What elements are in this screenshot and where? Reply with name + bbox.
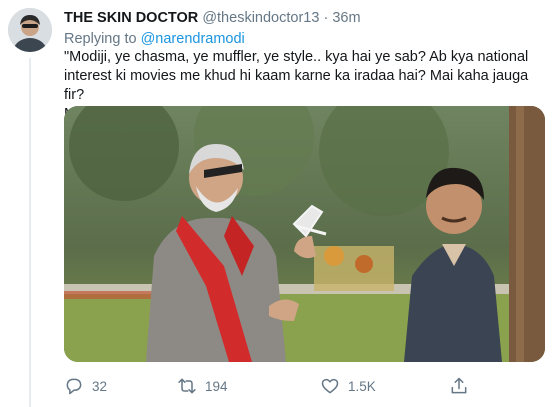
user-handle[interactable]: @theskindoctor13 bbox=[202, 10, 319, 26]
reply-count: 32 bbox=[92, 378, 108, 394]
thread-line bbox=[29, 58, 31, 407]
heart-icon bbox=[321, 378, 339, 394]
tweet-photo[interactable] bbox=[64, 106, 545, 362]
like-button[interactable]: 1.5K bbox=[320, 372, 376, 400]
reply-to-mention[interactable]: @narendramodi bbox=[141, 31, 245, 47]
avatar[interactable] bbox=[8, 8, 52, 52]
photo-image bbox=[64, 106, 545, 362]
share-icon bbox=[451, 377, 467, 394]
separator-dot: · bbox=[323, 10, 329, 26]
retweet-button[interactable]: 194 bbox=[177, 372, 228, 400]
tweet: THE SKIN DOCTOR @theskindoctor13 · 36m R… bbox=[0, 0, 555, 407]
reply-button[interactable]: 32 bbox=[64, 372, 107, 400]
replying-to: Replying to @narendramodi bbox=[64, 30, 245, 48]
display-name[interactable]: THE SKIN DOCTOR bbox=[64, 10, 198, 26]
timestamp[interactable]: 36m bbox=[332, 10, 360, 26]
avatar-image bbox=[8, 8, 52, 52]
replying-to-label: Replying to bbox=[64, 31, 137, 47]
retweet-count: 194 bbox=[205, 378, 228, 394]
reply-icon bbox=[66, 378, 82, 395]
like-count: 1.5K bbox=[348, 378, 376, 394]
tweet-header: THE SKIN DOCTOR @theskindoctor13 · 36m bbox=[64, 9, 361, 27]
retweet-icon bbox=[178, 378, 196, 394]
tweet-actions: 32 194 1.5K bbox=[64, 372, 484, 400]
share-button[interactable] bbox=[449, 372, 469, 400]
